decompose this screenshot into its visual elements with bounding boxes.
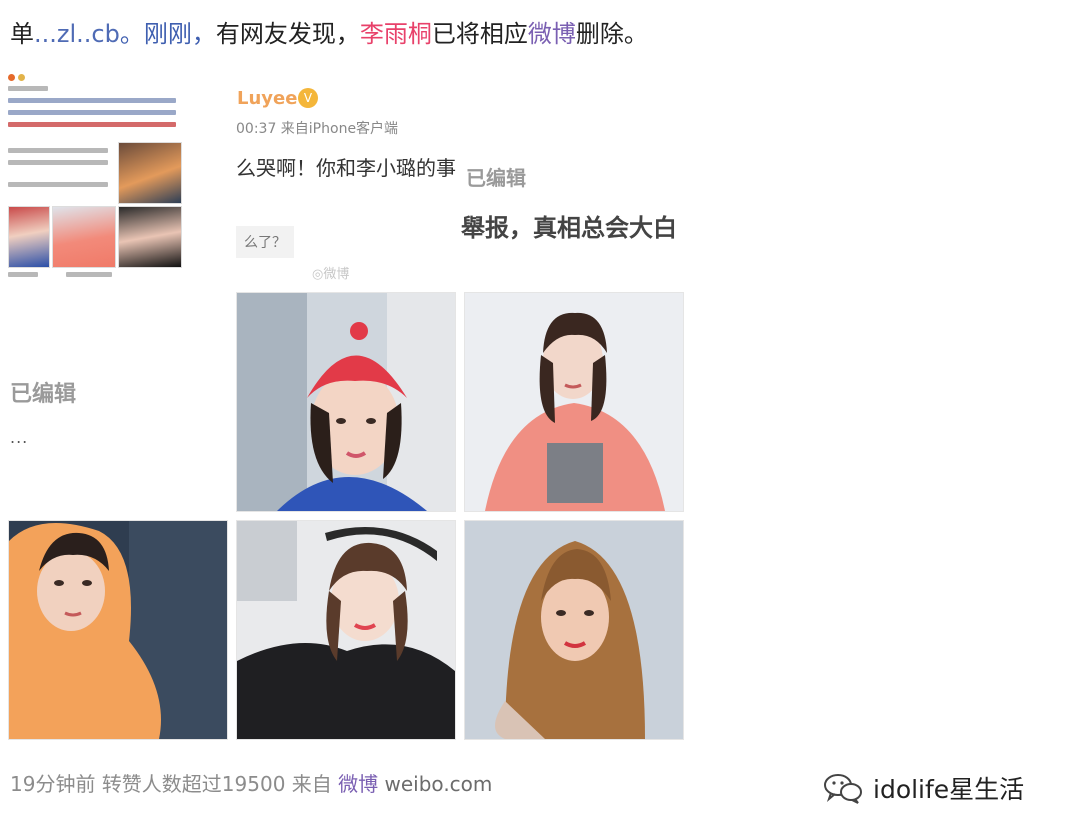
caption-sentence-4: 删除。 [575, 20, 648, 48]
mini-text-line [8, 160, 108, 165]
mini-badge-dot [18, 74, 25, 81]
caption-author: ...zl..cb [34, 20, 120, 48]
wechat-icon [824, 774, 862, 804]
mini-text-line [8, 122, 176, 127]
post-footer: 19分钟前 转赞人数超过19500 来自 微博 weibo.com [10, 768, 492, 797]
post-time: 19分钟前 [10, 772, 96, 796]
photo-pink-hoodie[interactable] [464, 292, 684, 512]
post-snippet-1: 么哭啊！你和李小璐的事 [236, 156, 456, 180]
mini-photo [52, 206, 116, 268]
repost-count: 转赞人数超过19500 [101, 772, 286, 796]
mini-text-line [8, 148, 108, 153]
from-label: 来自 [291, 772, 332, 796]
mini-text-line [66, 272, 112, 277]
mini-text-line [8, 272, 38, 277]
ellipsis-left: ... [10, 428, 29, 447]
post-snippet-3: 么了？ [236, 226, 294, 258]
mini-text-line [8, 86, 48, 91]
brand-name: idolife星生活 [873, 775, 1025, 804]
mini-avatar-dot [8, 74, 15, 81]
mini-text-line [8, 98, 176, 103]
photo-red-net-hat[interactable] [236, 292, 456, 512]
caption-sentence-2: 有网友发现， [215, 20, 360, 48]
caption-sentence-1: 。刚刚， [119, 20, 216, 48]
mini-text-line [8, 110, 176, 115]
source-domain: weibo.com [384, 772, 493, 796]
caption-weibo: 微博 [527, 20, 576, 48]
mini-photo [118, 142, 182, 204]
caption-prefix: 单 [10, 20, 34, 48]
post-meta: 00:37 来自iPhone客户端 [236, 121, 399, 137]
mini-photo [118, 206, 182, 268]
photo-orange-hoodie[interactable] [8, 520, 228, 740]
post-edited-label: 已编辑 [466, 166, 526, 190]
brand-watermark: idolife星生活 [823, 770, 1024, 806]
caption-name: 李雨桐 [359, 20, 432, 48]
edited-label-left: 已编辑 [10, 382, 77, 407]
mini-screenshot [6, 70, 182, 284]
weibo-watermark: ◎微博 [312, 267, 350, 282]
source-link[interactable]: 微博 [338, 772, 378, 796]
caption-sentence-3: 已将相应 [431, 20, 528, 48]
post-snippet-2: 舉报，真相总会大白 [461, 214, 677, 242]
mini-text-line [8, 182, 108, 187]
vip-badge-icon: V [298, 88, 318, 108]
mini-photo [8, 206, 50, 268]
photo-black-off-shoulder[interactable] [236, 520, 456, 740]
post-username[interactable]: Luyee [237, 88, 297, 109]
photo-long-hair[interactable] [464, 520, 684, 740]
caption-line: 单...zl..cb。刚刚，有网友发现，李雨桐已将相应微博删除。 [10, 14, 648, 49]
